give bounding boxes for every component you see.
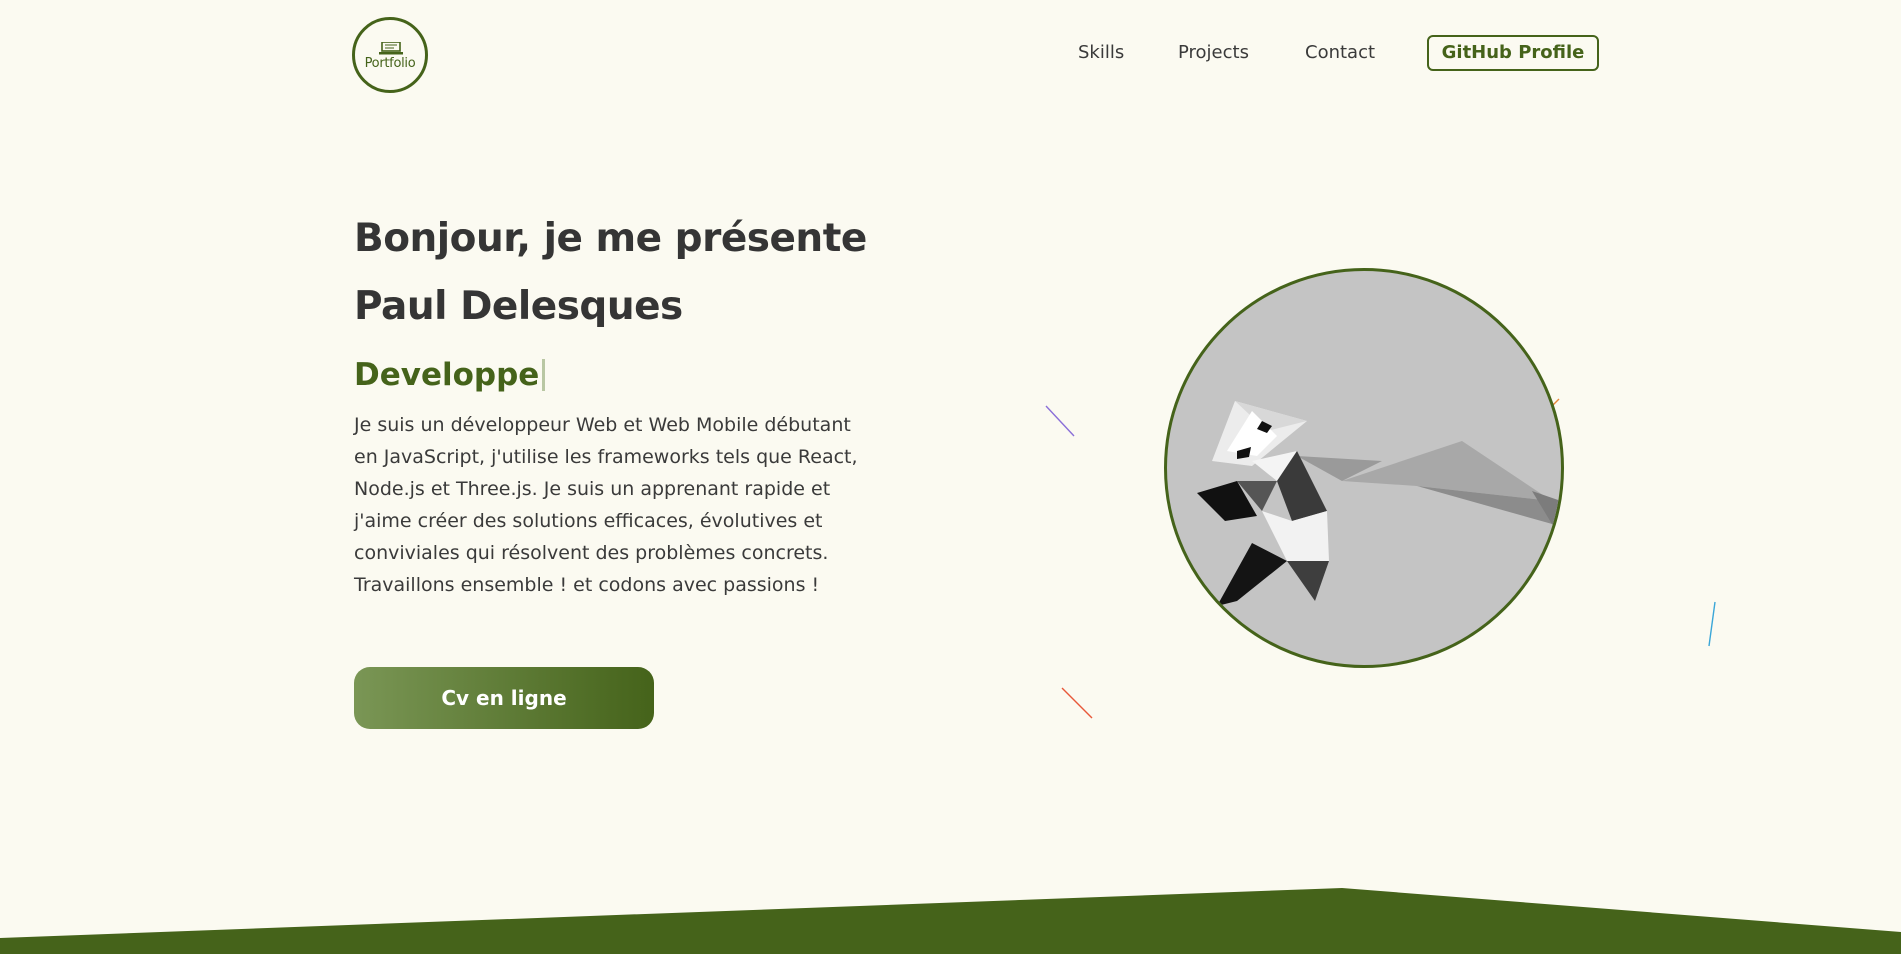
portfolio-page: Portfolio Skills Projects Contact GitHub… — [0, 0, 1901, 954]
bio-line: j'aime créer des solutions efficaces, év… — [354, 510, 823, 532]
bio-line: en JavaScript, j'utilise les frameworks … — [354, 446, 858, 468]
nav-skills[interactable]: Skills — [1078, 41, 1124, 65]
nav-projects[interactable]: Projects — [1178, 41, 1249, 65]
greeting-heading: Bonjour, je me présente — [354, 216, 867, 261]
name-heading: Paul Delesques — [354, 284, 683, 329]
nav-contact[interactable]: Contact — [1305, 41, 1375, 65]
avatar-illustration — [1164, 268, 1564, 668]
laptop-icon — [379, 42, 403, 55]
origami-panda-illustration — [1197, 401, 1561, 606]
logo-text: Portfolio — [364, 56, 416, 71]
typing-cursor — [542, 359, 546, 391]
footer-wave — [0, 888, 1901, 954]
role-typing: Developpe — [354, 341, 914, 409]
bio-line: Je suis un développeur Web et Web Mobile… — [354, 414, 851, 436]
bio-line: Travaillons ensemble ! et codons avec pa… — [354, 574, 820, 596]
bio-line: Node.js et Three.js. Je suis un apprenan… — [354, 478, 831, 500]
decorative-streak — [1061, 687, 1093, 719]
hero-section: Bonjour, je me présente Paul Delesques D… — [354, 205, 914, 601]
decorative-streak — [1708, 601, 1716, 647]
github-profile-button[interactable]: GitHub Profile — [1427, 35, 1599, 71]
bio-paragraph: Je suis un développeur Web et Web Mobile… — [354, 409, 894, 601]
role-text: Developpe — [354, 357, 540, 393]
portfolio-logo[interactable]: Portfolio — [352, 17, 428, 93]
bio-line: conviviales qui résolvent des problèmes … — [354, 542, 829, 564]
cv-online-button[interactable]: Cv en ligne — [354, 667, 654, 729]
decorative-streak — [1045, 405, 1075, 437]
